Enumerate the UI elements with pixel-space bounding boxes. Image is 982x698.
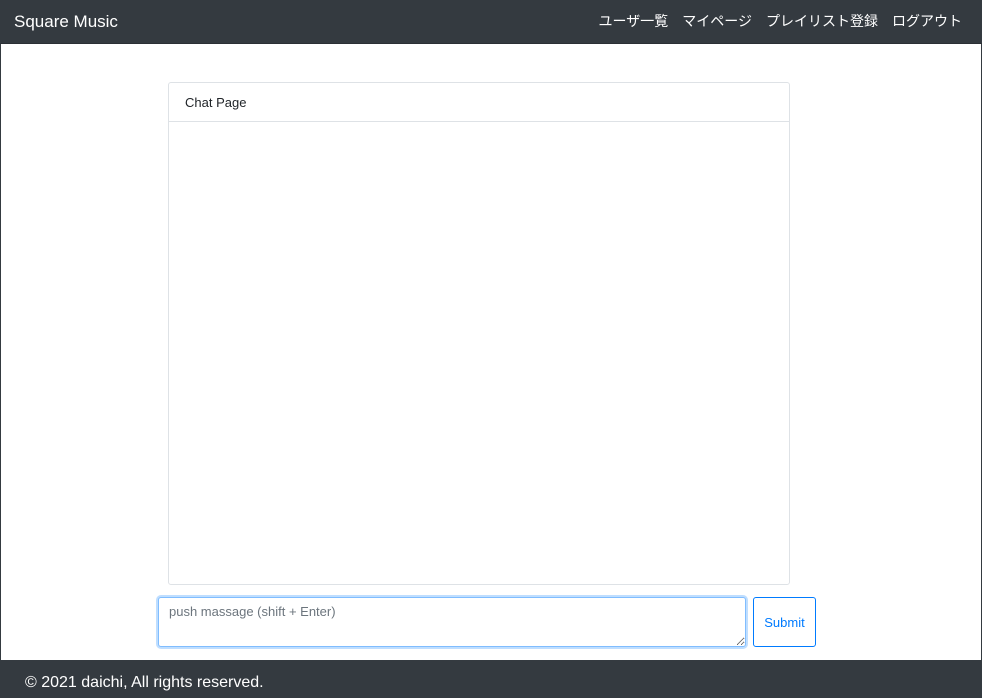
chat-messages[interactable]: [169, 122, 789, 584]
navbar: Square Music ユーザ一覧 マイページ プレイリスト登録 ログアウト: [0, 0, 982, 44]
nav-link-playlist-register[interactable]: プレイリスト登録: [766, 12, 878, 30]
chat-title: Chat Page: [169, 83, 789, 122]
nav-link-my-page[interactable]: マイページ: [682, 12, 752, 30]
message-input[interactable]: [158, 597, 746, 647]
chat-card: Chat Page: [168, 82, 790, 585]
nav-link-logout[interactable]: ログアウト: [892, 12, 962, 30]
submit-button[interactable]: Submit: [753, 597, 816, 647]
footer: © 2021 daichi, All rights reserved.: [0, 660, 982, 698]
nav-link-user-list[interactable]: ユーザ一覧: [599, 12, 669, 30]
copyright-text: © 2021 daichi, All rights reserved.: [25, 674, 264, 691]
nav-links: ユーザ一覧 マイページ プレイリスト登録 ログアウト: [599, 12, 962, 30]
brand-link[interactable]: Square Music: [14, 11, 118, 33]
main-content: Chat Page Submit: [1, 44, 981, 660]
